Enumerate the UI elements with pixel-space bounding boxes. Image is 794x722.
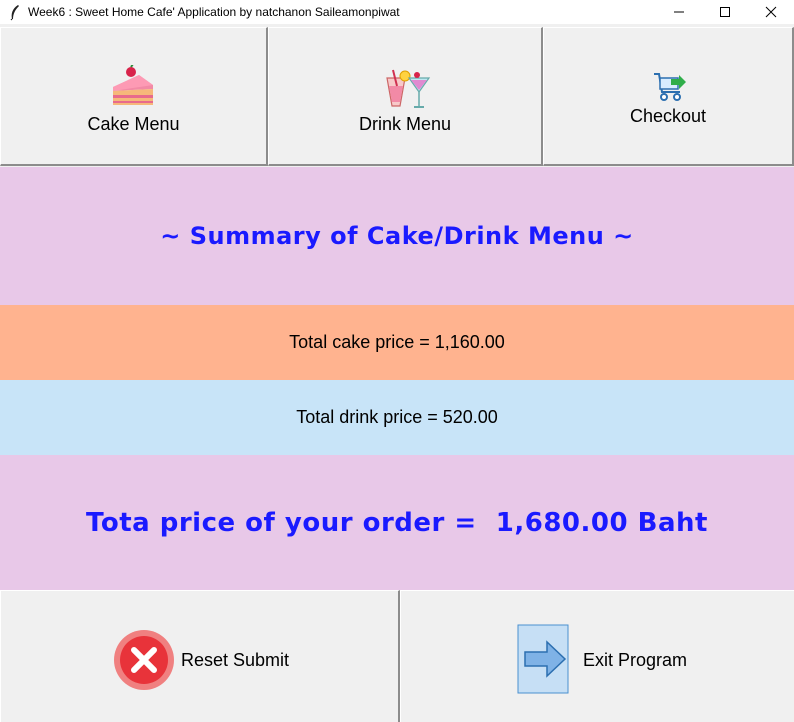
drink-menu-label: Drink Menu bbox=[358, 114, 452, 134]
menu-toolbar: Cake Menu Drink Menu Checkout bbox=[0, 24, 794, 167]
exit-program-button[interactable]: Exit Program bbox=[400, 590, 794, 722]
reset-x-icon bbox=[114, 630, 174, 690]
summary-heading-panel: ~ Summary of Cake/Drink Menu ~ bbox=[0, 167, 794, 305]
close-icon bbox=[765, 6, 777, 18]
exit-program-label: Exit Program bbox=[583, 650, 688, 670]
action-bar: Reset Submit Exit Program bbox=[0, 590, 794, 722]
cake-total-text: Total cake price = 1,160.00 bbox=[289, 332, 505, 352]
drink-total-text: Total drink price = 520.00 bbox=[296, 407, 498, 427]
cart-icon bbox=[654, 73, 686, 101]
close-window-button[interactable] bbox=[748, 0, 794, 24]
cake-menu-button[interactable]: Cake Menu bbox=[0, 27, 268, 166]
cake-menu-label: Cake Menu bbox=[87, 114, 180, 134]
minimize-button[interactable] bbox=[656, 0, 702, 24]
checkout-button[interactable]: Checkout bbox=[543, 27, 794, 166]
drinks-icon bbox=[386, 69, 431, 108]
minimize-icon bbox=[674, 11, 684, 13]
checkout-label: Checkout bbox=[629, 106, 707, 126]
exit-arrow-icon bbox=[517, 624, 569, 694]
reset-submit-button[interactable]: Reset Submit bbox=[0, 590, 400, 722]
title-bar: Week6 : Sweet Home Cafe' Application by … bbox=[0, 0, 794, 24]
window-title: Week6 : Sweet Home Cafe' Application by … bbox=[28, 5, 400, 19]
maximize-button[interactable] bbox=[702, 0, 748, 24]
feather-app-icon bbox=[10, 5, 19, 21]
cake-total-panel: Total cake price = 1,160.00 bbox=[0, 305, 794, 380]
order-total-text: Tota price of your order = 1,680.00 Baht bbox=[86, 507, 708, 538]
cake-icon bbox=[113, 65, 153, 105]
reset-submit-label: Reset Submit bbox=[181, 650, 290, 670]
order-total-panel: Tota price of your order = 1,680.00 Baht bbox=[0, 455, 794, 590]
drink-menu-button[interactable]: Drink Menu bbox=[268, 27, 543, 166]
summary-heading: ~ Summary of Cake/Drink Menu ~ bbox=[160, 222, 634, 250]
maximize-icon bbox=[720, 7, 730, 17]
drink-total-panel: Total drink price = 520.00 bbox=[0, 380, 794, 455]
